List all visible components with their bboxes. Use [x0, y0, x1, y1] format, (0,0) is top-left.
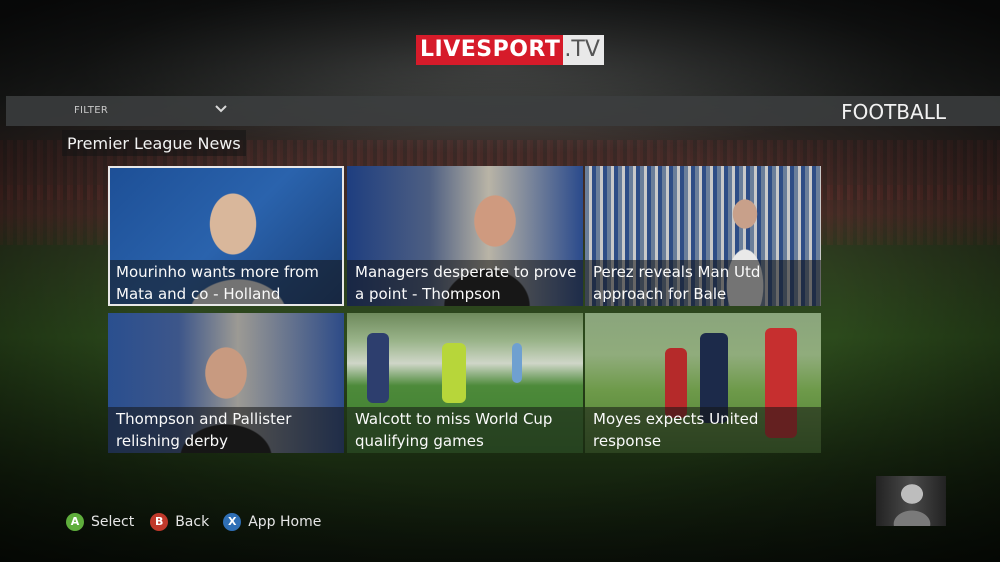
selection-frame	[108, 166, 344, 306]
news-title: Moyes expects United response	[593, 410, 759, 450]
news-title: Walcott to miss World Cup qualifying gam…	[355, 410, 553, 450]
logo-part-1: LIVESPORT	[416, 35, 564, 65]
news-tile[interactable]: Moyes expects United response	[585, 313, 821, 453]
controller-hints: A Select B Back X App Home	[66, 512, 321, 532]
select-label: Select	[91, 514, 135, 530]
b-button-icon[interactable]: B	[150, 513, 169, 531]
filter-label: FILTER	[74, 105, 109, 116]
news-tile[interactable]: Managers desperate to prove a point - Th…	[347, 166, 583, 306]
chevron-down-icon[interactable]	[214, 102, 228, 116]
news-tile[interactable]: Walcott to miss World Cup qualifying gam…	[347, 313, 583, 453]
section-title: Premier League News	[62, 130, 246, 156]
news-title: Managers desperate to prove a point - Th…	[355, 263, 577, 303]
news-tile[interactable]: Mourinho wants more from Mata and co - H…	[108, 166, 344, 306]
news-title: Thompson and Pallister relishing derby	[116, 410, 292, 450]
filter-bar[interactable]: FILTER FOOTBALL	[6, 96, 1000, 126]
filter-value: FOOTBALL	[841, 100, 946, 124]
livesport-logo: LIVESPORT .TV	[416, 35, 604, 65]
logo-part-2: .TV	[563, 35, 604, 65]
news-title: Perez reveals Man Utd approach for Bale	[593, 263, 761, 303]
news-tile[interactable]: Thompson and Pallister relishing derby	[108, 313, 344, 453]
news-tile[interactable]: Perez reveals Man Utd approach for Bale	[585, 166, 821, 306]
avatar	[876, 476, 946, 526]
app-home-label: App Home	[248, 514, 322, 530]
a-button-icon[interactable]: A	[66, 513, 84, 531]
x-button-icon[interactable]: X	[223, 513, 242, 531]
back-label: Back	[175, 514, 210, 530]
